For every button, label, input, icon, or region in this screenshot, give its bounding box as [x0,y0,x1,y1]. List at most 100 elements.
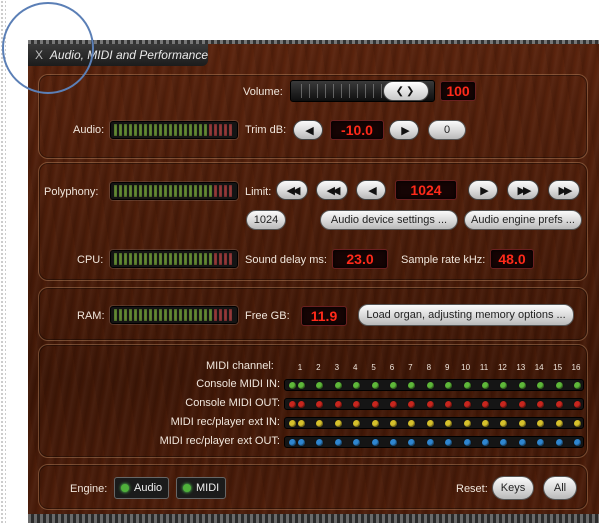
trim-decrease-button[interactable]: ◀ [293,120,323,140]
trim-increase-button[interactable]: ▶ [389,120,419,140]
midi-led-icon [555,420,563,427]
midi-led-icon [390,382,397,389]
midi-row-label: Console MIDI IN: [196,378,280,390]
ram-meter [110,306,238,324]
engine-midi-toggle[interactable]: MIDI [176,477,227,499]
meter-segment [169,309,172,321]
reset-all-button[interactable]: All [543,476,577,500]
meter-segment [224,253,227,265]
midi-led-icon [500,439,508,446]
meter-segment [204,185,207,197]
meter-segment [199,253,202,265]
audio-device-settings-button[interactable]: Audio device settings ... [320,210,458,230]
meter-segment [149,253,152,265]
audio-meter-label: Audio: [73,124,105,136]
trim-label: Trim dB: [245,124,287,136]
midi-led-icon [445,382,453,389]
midi-led-icon [426,382,434,389]
close-icon[interactable]: X [34,48,44,62]
midi-channel-number: 4 [352,363,358,372]
meter-segment [199,309,202,321]
meter-segment [124,124,127,136]
status-indicator-icon [121,484,129,492]
limit-medium-decrease-button[interactable]: ◀◀ [316,180,348,200]
midi-led-icon [371,401,379,408]
meter-segment [164,309,167,321]
midi-row-leds [284,398,584,410]
meter-segment [149,309,152,321]
midi-led-icon [482,382,489,389]
meter-segment [194,309,197,321]
meter-segment [184,253,187,265]
midi-led-icon [371,382,379,389]
limit-fast-decrease-button[interactable]: ◀◀ [276,180,308,200]
midi-row-leds [284,379,584,391]
midi-led-icon [445,439,453,446]
meter-segment [199,124,202,136]
midi-led-icon [463,420,471,427]
meter-segment [209,309,212,321]
midi-channel-number: 6 [389,363,395,372]
meter-segment [159,124,162,136]
window-bottom-edge [28,514,599,523]
midi-led-icon [353,420,361,427]
midi-led-icon [537,401,545,408]
midi-led-icon [518,420,526,427]
meter-segment [159,253,162,265]
midi-row-label: Console MIDI OUT: [185,397,280,409]
meter-segment [159,185,162,197]
cpu-label: CPU: [77,254,104,266]
midi-led-icon [289,382,296,389]
limit-increase-button[interactable]: ▶ [468,180,498,200]
midi-channel-number: 16 [571,363,581,372]
meter-segment [219,124,222,136]
limit-preset-1024-button[interactable]: 1024 [246,210,286,230]
trim-reset-button[interactable]: 0 [428,120,466,140]
reset-keys-button[interactable]: Keys [492,476,534,500]
load-organ-button[interactable]: Load organ, adjusting memory options ... [358,304,574,326]
midi-led-icon [390,420,397,427]
meter-segment [189,309,192,321]
window-title: Audio, MIDI and Performance [49,48,208,62]
midi-led-icon [298,420,305,427]
polyphony-meter [110,182,238,200]
meter-segment [134,124,137,136]
volume-slider-knob[interactable]: ❮❯ [383,81,429,101]
meter-segment [124,253,127,265]
sample-rate-label: Sample rate kHz: [401,254,486,266]
midi-led-icon [316,420,324,427]
engine-audio-toggle[interactable]: Audio [114,477,170,499]
meter-segment [129,124,132,136]
meter-segment [114,124,117,136]
audio-engine-prefs-button[interactable]: Audio engine prefs ... [464,210,582,230]
limit-medium-increase-button[interactable]: ▶▶ [507,180,539,200]
meter-segment [134,253,137,265]
meter-segment [199,185,202,197]
free-gb-value-display: 11.9 [301,306,347,326]
meter-segment [144,253,147,265]
midi-channel-number: 5 [371,363,376,372]
midi-led-icon [316,439,324,446]
meter-segment [209,185,212,197]
midi-led-icon [289,439,296,446]
meter-segment [174,309,177,321]
meter-segment [144,185,147,197]
meter-segment [179,309,182,321]
midi-led-icon [408,439,416,446]
meter-segment [139,124,142,136]
meter-segment [224,185,227,197]
midi-led-icon [408,382,416,389]
double-arrow-left-icon: ◀◀ [326,184,341,197]
midi-led-icon [353,439,361,446]
double-arrow-right-icon: ▶▶ [558,184,573,197]
limit-decrease-button[interactable]: ◀ [356,180,386,200]
midi-led-icon [555,382,563,389]
meter-segment [214,309,217,321]
free-gb-label: Free GB: [245,310,290,322]
midi-channel-number: 8 [426,363,432,372]
meter-segment [219,185,222,197]
meter-segment [149,124,152,136]
midi-channel-number: 7 [408,363,413,372]
meter-segment [129,185,132,197]
limit-fast-increase-button[interactable]: ▶▶ [548,180,580,200]
